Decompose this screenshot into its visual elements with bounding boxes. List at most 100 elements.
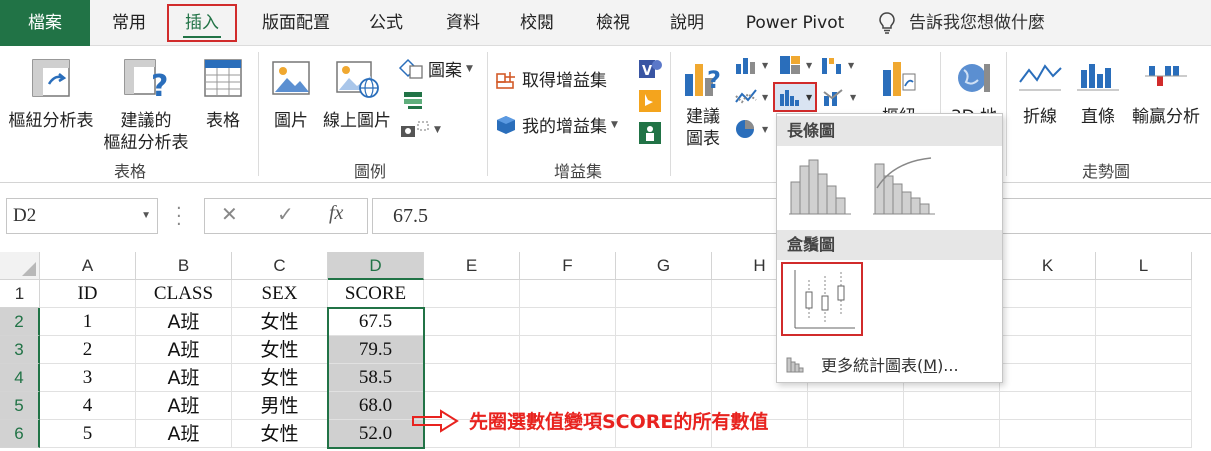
online-pictures-button[interactable]: 線上圖片	[320, 56, 394, 132]
tell-me-box[interactable]: 告訴我您想做什麼	[900, 4, 1054, 42]
tab-insert[interactable]: 插入	[167, 4, 237, 42]
pivot-table-button[interactable]: 樞紐分析表	[4, 56, 98, 132]
shapes-button[interactable]: 圖案 ▼	[398, 56, 473, 81]
cell-f2[interactable]	[520, 308, 616, 336]
column-header-k[interactable]: K	[1000, 252, 1096, 280]
cell-k6[interactable]	[1000, 420, 1096, 448]
cell-l1[interactable]	[1096, 280, 1192, 308]
name-box[interactable]: D2 ▼	[6, 198, 158, 234]
cell-e1[interactable]	[424, 280, 520, 308]
cell-i6[interactable]	[808, 420, 904, 448]
pareto-option[interactable]	[869, 154, 939, 220]
combo-chart-button[interactable]: ▼	[822, 86, 856, 108]
cell-b2[interactable]: A班	[136, 308, 232, 336]
column-header-f[interactable]: F	[520, 252, 616, 280]
chevron-down-icon[interactable]: ▼	[141, 199, 151, 233]
people-graph-button[interactable]	[637, 120, 663, 146]
row-header-4[interactable]: 4	[0, 364, 40, 392]
cell-a2[interactable]: 1	[40, 308, 136, 336]
cancel-icon[interactable]: ✕	[221, 202, 238, 226]
pie-chart-button[interactable]: ▼	[734, 118, 768, 140]
cell-a3[interactable]: 2	[40, 336, 136, 364]
drag-handle-icon[interactable]: · · ·	[176, 200, 182, 234]
column-chart-button[interactable]: ▼	[734, 54, 768, 76]
cell-l2[interactable]	[1096, 308, 1192, 336]
tab-data[interactable]: 資料	[434, 4, 492, 42]
smartart-button[interactable]	[402, 90, 424, 110]
cell-f4[interactable]	[520, 364, 616, 392]
cell-d3[interactable]: 79.5	[328, 336, 424, 364]
row-header-2[interactable]: 2	[0, 308, 40, 336]
row-header-6[interactable]: 6	[0, 420, 40, 448]
column-header-e[interactable]: E	[424, 252, 520, 280]
cell-j5[interactable]	[904, 392, 1000, 420]
cell-e2[interactable]	[424, 308, 520, 336]
tab-review[interactable]: 校閱	[508, 4, 566, 42]
sparkline-line-button[interactable]: 折線	[1014, 56, 1066, 128]
visio-button[interactable]: V	[637, 56, 663, 82]
tab-view[interactable]: 檢視	[584, 4, 642, 42]
column-header-g[interactable]: G	[616, 252, 712, 280]
get-addins-button[interactable]: 取得增益集	[494, 66, 607, 91]
cell-g1[interactable]	[616, 280, 712, 308]
cell-b6[interactable]: A班	[136, 420, 232, 448]
cell-b3[interactable]: A班	[136, 336, 232, 364]
cell-c5[interactable]: 男性	[232, 392, 328, 420]
sparkline-winloss-button[interactable]: 輸贏分析	[1126, 56, 1206, 128]
column-header-d[interactable]: D	[328, 252, 424, 280]
cell-k2[interactable]	[1000, 308, 1096, 336]
recommended-pivot-button[interactable]: ? 建議的 樞紐分析表	[100, 56, 192, 154]
screenshot-button[interactable]: ▼	[400, 120, 441, 140]
cell-a6[interactable]: 5	[40, 420, 136, 448]
tab-page-layout[interactable]: 版面配置	[250, 4, 342, 42]
cell-d2[interactable]: 67.5	[328, 308, 424, 336]
cell-g4[interactable]	[616, 364, 712, 392]
cell-c3[interactable]: 女性	[232, 336, 328, 364]
cell-e3[interactable]	[424, 336, 520, 364]
cell-e4[interactable]	[424, 364, 520, 392]
line-chart-button[interactable]: ▼	[734, 86, 768, 108]
pictures-button[interactable]: 圖片	[264, 56, 318, 132]
tab-file[interactable]: 檔案	[0, 0, 90, 46]
row-header-1[interactable]: 1	[0, 280, 40, 308]
cell-d6[interactable]: 52.0	[328, 420, 424, 448]
cell-d5[interactable]: 68.0	[328, 392, 424, 420]
cell-k4[interactable]	[1000, 364, 1096, 392]
cell-d1[interactable]: SCORE	[328, 280, 424, 308]
cell-a4[interactable]: 3	[40, 364, 136, 392]
cell-i5[interactable]	[808, 392, 904, 420]
bing-maps-button[interactable]	[637, 88, 663, 114]
cell-b5[interactable]: A班	[136, 392, 232, 420]
cell-a1[interactable]: ID	[40, 280, 136, 308]
cell-j6[interactable]	[904, 420, 1000, 448]
cell-l5[interactable]	[1096, 392, 1192, 420]
column-header-b[interactable]: B	[136, 252, 232, 280]
statistic-chart-button[interactable]: ▼	[773, 82, 818, 112]
tab-home[interactable]: 常用	[98, 4, 160, 42]
cell-a5[interactable]: 4	[40, 392, 136, 420]
cell-b1[interactable]: CLASS	[136, 280, 232, 308]
cell-c6[interactable]: 女性	[232, 420, 328, 448]
tab-power-pivot[interactable]: Power Pivot	[738, 4, 852, 42]
more-statistic-charts-item[interactable]: 更多統計圖表(M)...	[785, 352, 959, 376]
my-addins-button[interactable]: 我的增益集 ▼	[494, 112, 618, 137]
tab-formulas[interactable]: 公式	[358, 4, 414, 42]
cell-d4[interactable]: 58.5	[328, 364, 424, 392]
cell-k3[interactable]	[1000, 336, 1096, 364]
cell-g2[interactable]	[616, 308, 712, 336]
sparkline-column-button[interactable]: 直條	[1072, 56, 1124, 128]
insert-function-icon[interactable]: fx	[329, 202, 343, 225]
cell-l3[interactable]	[1096, 336, 1192, 364]
cell-c2[interactable]: 女性	[232, 308, 328, 336]
cell-k1[interactable]	[1000, 280, 1096, 308]
column-header-c[interactable]: C	[232, 252, 328, 280]
cell-b4[interactable]: A班	[136, 364, 232, 392]
recommended-charts-button[interactable]: ? 建議 圖表	[678, 56, 728, 150]
select-all-button[interactable]	[0, 252, 40, 280]
cell-g3[interactable]	[616, 336, 712, 364]
cell-c4[interactable]: 女性	[232, 364, 328, 392]
histogram-option[interactable]	[785, 154, 855, 220]
cell-k5[interactable]	[1000, 392, 1096, 420]
enter-icon[interactable]: ✓	[277, 202, 294, 226]
row-header-3[interactable]: 3	[0, 336, 40, 364]
